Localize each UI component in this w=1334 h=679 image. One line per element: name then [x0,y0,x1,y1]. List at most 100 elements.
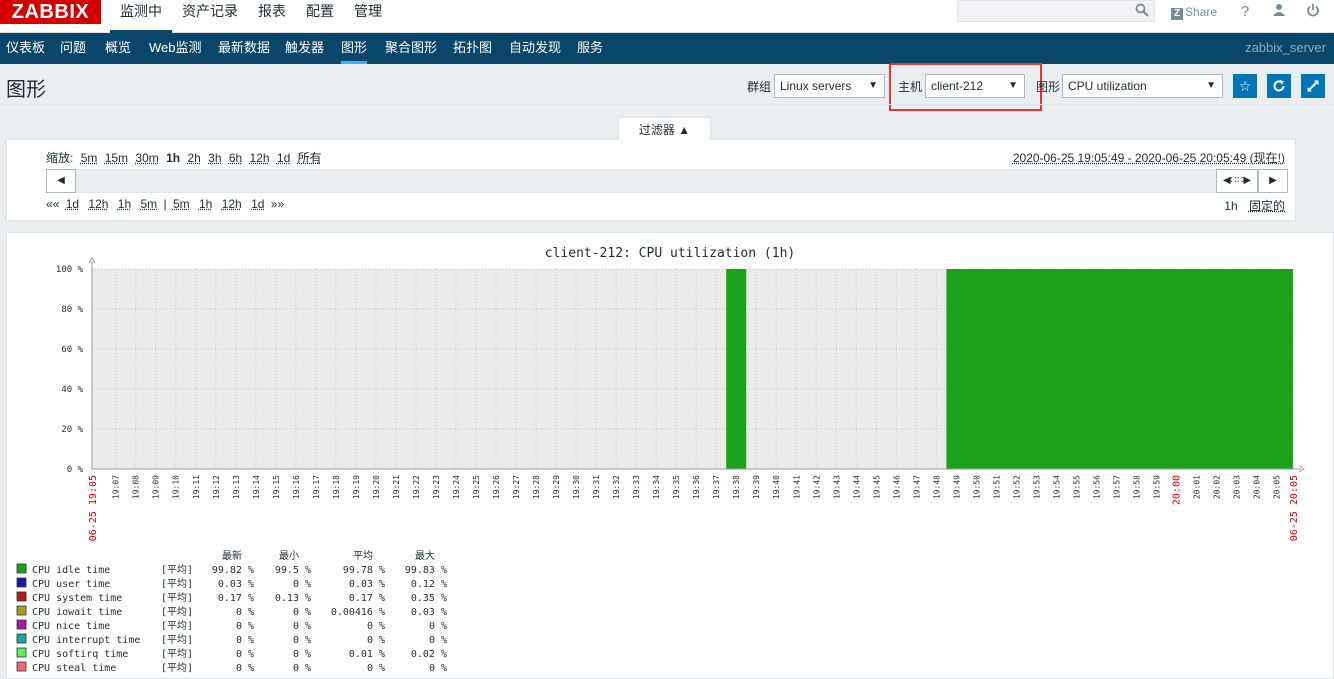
x-tick-label: 19:40 [772,475,781,499]
zoom-15m[interactable]: 15m [105,151,128,165]
legend-value: 0.00416 % [331,607,385,618]
nav-separator: | [163,197,167,211]
fixed-toggle[interactable]: 固定的 [1249,199,1285,213]
host-select-value: client-212 [931,79,984,93]
legend-series-name: CPU idle time [32,565,110,576]
sub-menu-dashboard[interactable]: 仪表板 [6,33,45,64]
share-button[interactable]: Z Share [1171,3,1217,21]
host-select[interactable]: client-212 ▼ [925,74,1025,98]
zoom-all[interactable]: 所有 [298,151,322,165]
main-menu-inventory[interactable]: 资产记录 [172,0,248,33]
x-tick-label: 20:03 [1233,475,1242,499]
star-icon: ☆ [1238,78,1252,94]
legend-value: 0 % [367,635,385,646]
legend-value: 0 % [236,635,254,646]
scroll-handle[interactable]: ◀∷∷▶ [1216,169,1258,193]
x-tick-label: 19:45 [872,475,881,499]
sub-menu-maps[interactable]: 拓扑图 [453,33,492,64]
x-tick-label: 19:50 [972,475,981,499]
sub-menu-services[interactable]: 服务 [577,33,603,64]
main-menu-reports[interactable]: 报表 [248,0,296,33]
main-menu-configuration[interactable]: 配置 [296,0,344,33]
legend-swatch [16,605,27,616]
x-tick-label: 19:12 [212,475,221,499]
zoom-3h[interactable]: 3h [208,151,221,165]
navigation-row: «« 1d 12h 1h 5m | 5m 1h 12h 1d »» [46,197,284,211]
legend-value: 0.35 % [411,593,447,604]
x-tick-label: 19:49 [952,475,961,499]
sub-menu-triggers[interactable]: 触发器 [285,33,324,64]
main-menu-monitoring[interactable]: 监测中 [110,0,172,33]
group-select[interactable]: Linux servers ▼ [774,74,885,98]
zoom-label: 缩放: [46,151,74,165]
time-period[interactable]: 2020-06-25 19:05:49 - 2020-06-25 20:05:4… [1013,149,1285,166]
nav-back-1h[interactable]: 1h [118,197,131,211]
legend-function: [平均] [161,564,193,576]
legend-value: 0.13 % [275,593,311,604]
zoom-30m[interactable]: 30m [135,151,158,165]
search-input[interactable] [957,0,1155,22]
legend-value: 0.03 % [218,579,254,590]
nav-forward-12h[interactable]: 12h [222,197,242,211]
legend-function: [平均] [161,592,193,604]
nav-forward-5m[interactable]: 5m [173,197,190,211]
x-tick-label: 19:33 [632,475,641,499]
y-tick-label: 20 % [61,425,83,435]
search-icon[interactable] [1133,3,1151,19]
legend-swatch [16,591,27,602]
zoom-5m[interactable]: 5m [81,151,98,165]
time-scrollbar[interactable] [46,169,1288,193]
sub-menu-screens[interactable]: 聚合图形 [385,33,437,64]
user-icon[interactable] [1270,3,1288,21]
zabbix-logo[interactable]: ZABBIX [0,0,101,24]
zoom-1d[interactable]: 1d [277,151,290,165]
nav-last[interactable]: »» [271,197,284,211]
legend-value: 0.17 % [218,593,254,604]
refresh-button[interactable] [1267,74,1291,98]
nav-back-12h[interactable]: 12h [88,197,108,211]
x-tick-label: 19:19 [352,475,361,499]
favorite-button[interactable]: ☆ [1233,74,1257,98]
x-tick-label: 19:54 [1052,475,1061,499]
sub-menu-web[interactable]: Web监测 [149,33,202,64]
scroll-right-button[interactable]: ▶ [1258,169,1288,193]
nav-back-5m[interactable]: 5m [140,197,157,211]
y-tick-label: 100 % [56,265,84,275]
legend-value: 0 % [367,621,385,632]
legend-function: [平均] [161,634,193,646]
fullscreen-button[interactable] [1301,74,1325,98]
y-tick-label: 40 % [61,385,83,395]
main-menu-administration[interactable]: 管理 [344,0,392,33]
x-tick-label: 19:21 [392,475,401,499]
legend-value: 0 % [236,663,254,674]
sub-menu-graphs[interactable]: 图形 [341,33,368,64]
filter-tab[interactable]: 过滤器 ▲ [618,117,711,140]
zoom-1h[interactable]: 1h [166,151,180,165]
nav-first[interactable]: «« [46,197,59,211]
fullscreen-icon [1307,80,1319,92]
zoom-12h[interactable]: 12h [250,151,270,165]
chart-title: client-212: CPU utilization (1h) [545,246,795,261]
scroll-left-button[interactable]: ◀ [46,169,76,193]
zoom-6h[interactable]: 6h [229,151,242,165]
x-tick-label: 19:07 [112,475,121,499]
legend-swatch [16,647,27,658]
nav-forward-1d[interactable]: 1d [251,197,264,211]
x-tick-label: 19:36 [692,475,701,499]
group-label: 群组 [747,80,772,94]
nav-back-1d[interactable]: 1d [66,197,79,211]
zoom-2h[interactable]: 2h [187,151,200,165]
sub-menu-latest-data[interactable]: 最新数据 [218,33,270,64]
graph-select[interactable]: CPU utilization ▼ [1062,74,1223,98]
nav-forward-1h[interactable]: 1h [199,197,212,211]
help-icon[interactable]: ? [1236,3,1254,21]
legend-value: 0 % [236,607,254,618]
sub-menu-overview[interactable]: 概览 [105,33,131,64]
legend-value: 0.01 % [349,649,385,660]
filter-panel: 缩放: 5m 15m 30m 1h 2h 3h 6h 12h 1d 所有 202… [6,139,1296,221]
sub-menu-problems[interactable]: 问题 [60,33,86,64]
power-icon[interactable] [1304,3,1322,21]
legend-value: 0 % [236,649,254,660]
sub-menu-discovery[interactable]: 自动发现 [509,33,561,64]
x-tick-label: 19:41 [792,475,801,499]
